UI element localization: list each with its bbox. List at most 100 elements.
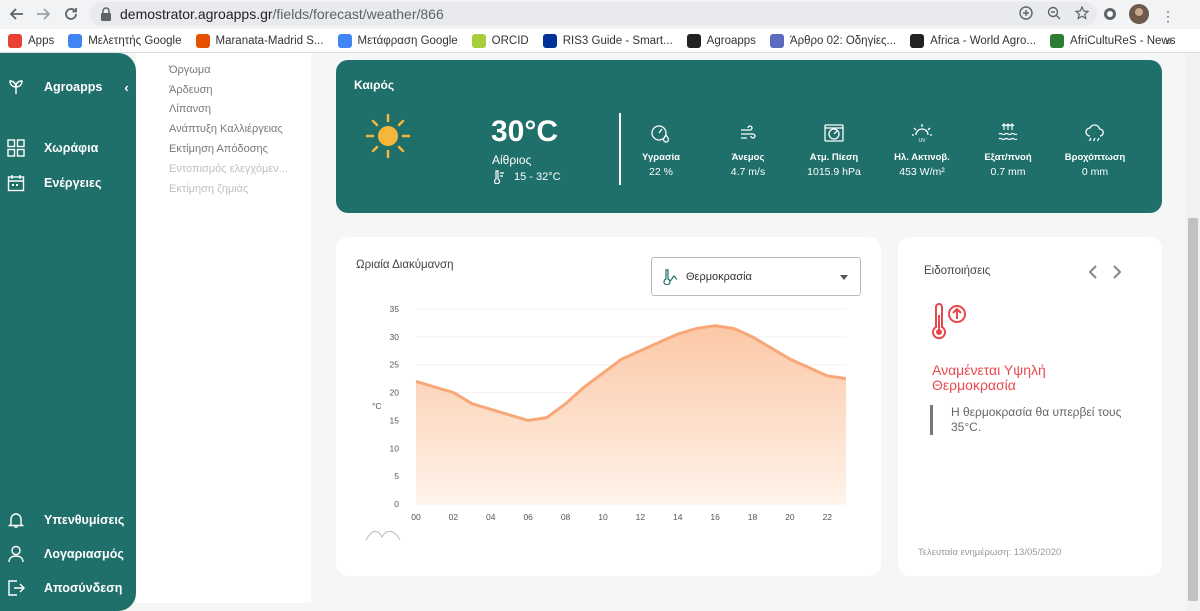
bookmark-label: ORCID: [491, 34, 529, 47]
metric-value: 0.7 mm: [990, 166, 1026, 178]
sidebar-item-account[interactable]: Λογαριασμός: [6, 544, 124, 564]
bookmark-favicon-icon: [910, 33, 925, 48]
bookmark-item[interactable]: Agroapps: [686, 33, 756, 48]
humidity-icon: [651, 125, 670, 143]
y-tick-label: 30: [390, 332, 400, 342]
avatar[interactable]: [1129, 4, 1149, 29]
url-host: demostrator.agroapps.gr: [120, 6, 273, 22]
notifications-card: Ειδοποιήσεις Αναμένεται Υψηλή Θερμοκρασί…: [898, 237, 1162, 576]
user-icon: [6, 544, 26, 564]
chart-legend-icon: [365, 530, 401, 541]
bookmark-item[interactable]: RIS3 Guide - Smart...: [542, 33, 673, 48]
zoom-icon[interactable]: [1047, 6, 1061, 25]
bookmark-item[interactable]: Maranata-Madrid S...: [195, 33, 324, 48]
pressure-icon: [824, 124, 844, 142]
scrollbar[interactable]: [1186, 53, 1200, 611]
bookmark-item[interactable]: ORCID: [471, 33, 529, 48]
x-tick-label: 02: [449, 512, 459, 522]
metric-rain: Βροχόπτωση 0 mm: [1050, 120, 1140, 178]
sidebar-item-actions[interactable]: Ενέργειες: [6, 173, 101, 193]
submenu-item[interactable]: Εκτίμηση Απόδοσης: [169, 143, 268, 155]
weather-card: Καιρός 30°C Αίθριος 15 - 32°C Υγρασία 22…: [336, 60, 1162, 213]
sun-icon: [365, 113, 411, 159]
lock-icon: [101, 7, 111, 21]
x-tick-label: 08: [561, 512, 571, 522]
bookmark-label: Africa - World Agro...: [930, 34, 1037, 47]
grid-icon: [6, 138, 26, 158]
collapse-icon[interactable]: ‹: [124, 80, 128, 95]
bookmark-item[interactable]: Apps: [8, 33, 55, 48]
bookmark-item[interactable]: Μελετητής Google: [68, 33, 182, 48]
bookmark-favicon-icon: [542, 33, 557, 48]
y-tick-label: 35: [390, 304, 400, 314]
submenu-item[interactable]: Λίπανση: [169, 103, 211, 115]
x-tick-label: 14: [673, 512, 683, 522]
submenu: Όργωμα Άρδευση Λίπανση Ανάπτυξη Καλλιέργεια…: [136, 53, 311, 603]
metric-value: 453 W/m²: [899, 166, 945, 178]
bookmark-item[interactable]: Άρθρο 02: Οδηγίες...: [769, 33, 897, 48]
bookmark-item[interactable]: Μετάφραση Google: [337, 33, 458, 48]
reload-button[interactable]: [60, 3, 82, 25]
metric-label: Εξατ/πνοή: [984, 152, 1032, 163]
browser-toolbar: demostrator.agroapps.gr/fields/forecast/…: [0, 0, 1200, 29]
bookmark-favicon-icon: [337, 33, 352, 48]
alert-body: Η θερμοκρασία θα υπερβεί τους 35°C.: [930, 405, 1130, 435]
bookmark-item[interactable]: AfriCultuReS - News: [1050, 33, 1175, 48]
x-tick-label: 12: [636, 512, 646, 522]
submenu-item[interactable]: Ανάπτυξη Καλλιέργειας: [169, 123, 283, 135]
x-tick-label: 22: [823, 512, 833, 522]
bookmark-label: Apps: [28, 34, 55, 47]
bookmarks-more-icon[interactable]: »: [1165, 33, 1172, 48]
logout-icon: [6, 578, 26, 598]
bookmark-label: Άρθρο 02: Οδηγίες...: [789, 34, 897, 47]
submenu-item: Εντοπισμός ελεγχόμεν...: [169, 163, 288, 175]
submenu-item[interactable]: Όργωμα: [169, 64, 211, 76]
submenu-item[interactable]: Άρδευση: [169, 84, 213, 96]
bookmark-label: Maranata-Madrid S...: [215, 34, 324, 47]
star-icon[interactable]: [1074, 5, 1090, 25]
sidebar-item-label: Χωράφια: [44, 141, 99, 155]
metric-label: Άνεμος: [731, 152, 765, 163]
sidebar-item-reminders[interactable]: Υπενθυμίσεις: [6, 510, 124, 530]
y-tick-label: 0: [394, 499, 399, 509]
metric-pressure: Ατμ. Πίεση 1015.9 hPa: [789, 120, 879, 178]
metric-value: 0 mm: [1081, 166, 1109, 178]
sidebar-item-fields[interactable]: Χωράφια: [6, 138, 98, 158]
y-tick-label: 25: [390, 360, 400, 370]
chevron-left-icon[interactable]: [1088, 265, 1098, 284]
bookmark-favicon-icon: [769, 33, 784, 48]
x-tick-label: 18: [748, 512, 758, 522]
alert-title: Αναμένεται Υψηλή Θερμοκρασία: [932, 362, 1046, 393]
sidebar-brand[interactable]: Agroapps ‹: [6, 77, 129, 97]
bookmark-favicon-icon: [1050, 33, 1065, 48]
y-tick-label: 20: [390, 388, 400, 398]
metric-label: Ατμ. Πίεση: [809, 152, 859, 163]
metric-radiation: UV Ηλ. Ακτινοβ. 453 W/m²: [877, 120, 967, 178]
extension-icon[interactable]: [1103, 7, 1117, 26]
forward-button[interactable]: [32, 3, 54, 25]
bookmark-favicon-icon: [195, 33, 210, 48]
url-path: /fields/forecast/weather/866: [272, 6, 444, 22]
sidebar-item-logout[interactable]: Αποσύνδεση: [6, 578, 122, 598]
address-bar[interactable]: demostrator.agroapps.gr/fields/forecast/…: [90, 2, 1097, 26]
hourly-chart-card: Ωριαία Διακύμανση Θερμοκρασία 0 5 10 15 20 25…: [336, 237, 881, 576]
scroll-thumb[interactable]: [1188, 218, 1198, 601]
back-button[interactable]: [6, 3, 28, 25]
uv-icon: UV: [912, 124, 932, 144]
submenu-item: Εκτίμηση ζημιάς: [169, 183, 249, 195]
metric-label: Βροχόπτωση: [1064, 152, 1126, 163]
brand-name: Agroapps: [44, 80, 103, 94]
y-tick-label: 15: [390, 415, 400, 425]
metric-label: Ηλ. Ακτινοβ.: [894, 152, 950, 163]
x-tick-label: 20: [785, 512, 795, 522]
x-tick-label: 10: [598, 512, 608, 522]
bookmark-favicon-icon: [686, 33, 701, 48]
sidebar: Agroapps ‹ Χωράφια Ενέργειες Υπενθυμίσει…: [0, 53, 136, 611]
chevron-right-icon[interactable]: [1112, 265, 1122, 284]
add-icon[interactable]: [1019, 6, 1033, 25]
menu-icon[interactable]: ⋮: [1161, 8, 1175, 25]
x-tick-label: 16: [710, 512, 720, 522]
bookmark-item[interactable]: Africa - World Agro...: [910, 33, 1037, 48]
thermometer-icon: [493, 170, 504, 184]
current-temperature: 30°C: [491, 115, 559, 148]
